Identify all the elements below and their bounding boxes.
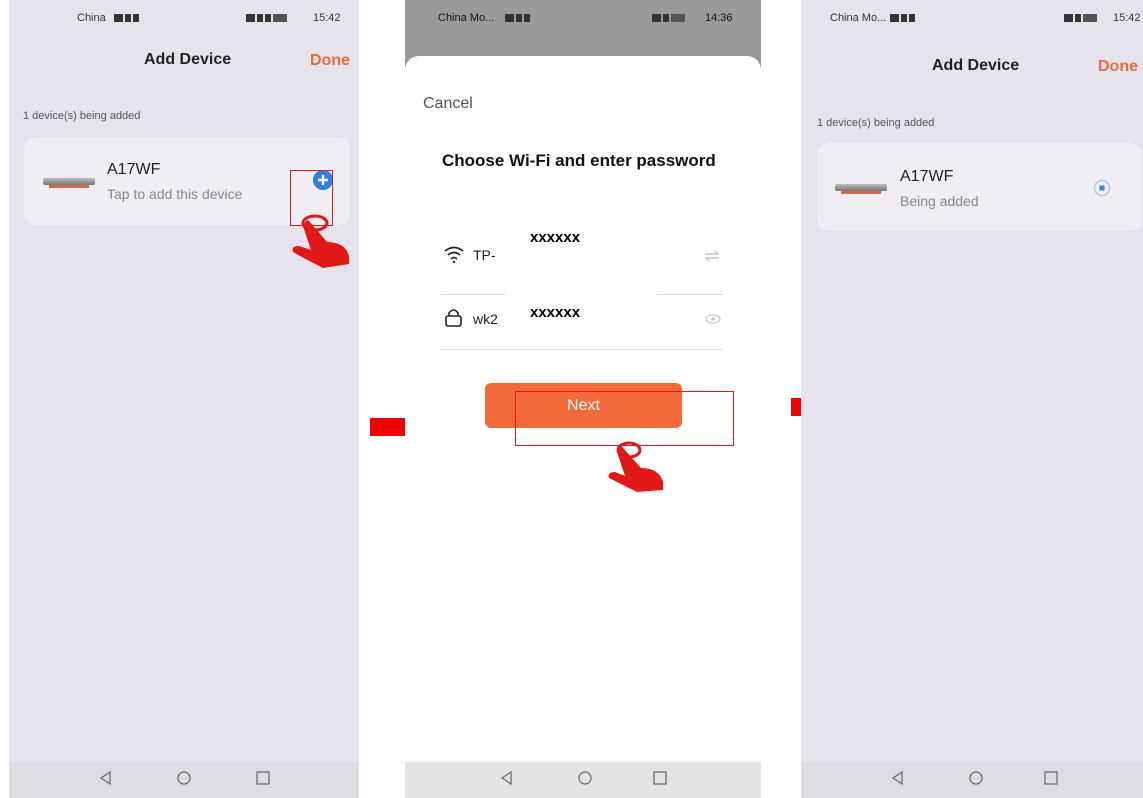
done-button[interactable]: Done <box>1098 58 1138 76</box>
password-prefix: wk2 <box>473 311 498 327</box>
status-icons-right <box>651 12 686 24</box>
lock-icon <box>445 309 462 327</box>
carrier-label: China <box>77 12 106 24</box>
device-image <box>835 184 887 194</box>
status-bar: China Mo... 15:42 <box>801 0 1143 36</box>
sheet-heading: Choose Wi-Fi and enter password <box>442 151 716 170</box>
loading-spinner-icon <box>1093 179 1111 197</box>
device-image <box>43 178 95 188</box>
device-card: A17WF Being added <box>817 143 1142 231</box>
switch-network-icon[interactable] <box>704 250 720 262</box>
back-icon[interactable] <box>497 768 517 788</box>
status-bar: China Mo... 14:36 <box>405 0 761 36</box>
screen-wifi-setup: China Mo... 14:36 Cancel Choose Wi-Fi an… <box>405 0 761 798</box>
page-title: Add Device <box>144 51 232 68</box>
wifi-ssid-mask: xxxxxx <box>530 229 581 246</box>
screen-device-being-added: China Mo... 15:42 Add Device Done 1 devi… <box>801 0 1143 798</box>
device-status-text: Being added <box>900 193 979 209</box>
highlight-box <box>515 391 734 446</box>
device-name: A17WF <box>900 168 954 185</box>
device-name: A17WF <box>107 161 161 178</box>
password-mask: xxxxxx <box>530 304 581 321</box>
status-icons-right <box>1063 12 1098 24</box>
cancel-button[interactable]: Cancel <box>423 95 473 113</box>
home-icon[interactable] <box>966 768 986 788</box>
recents-icon[interactable] <box>1041 768 1061 788</box>
signal-icons <box>504 12 531 24</box>
screen-add-device: China 15:42 Add Device Done 1 device(s) … <box>9 0 359 798</box>
recents-icon[interactable] <box>253 768 273 788</box>
home-icon[interactable] <box>575 768 595 788</box>
devices-being-added-label: 1 device(s) being added <box>23 110 141 122</box>
recents-icon[interactable] <box>650 768 670 788</box>
clock: 15:42 <box>313 12 341 24</box>
devices-being-added-label: 1 device(s) being added <box>817 117 935 129</box>
back-icon[interactable] <box>888 768 908 788</box>
nav-bar <box>405 762 761 798</box>
status-icons-right <box>245 12 288 24</box>
status-bar: China 15:42 <box>9 0 359 36</box>
signal-icons <box>889 12 916 24</box>
tap-hand-icon <box>292 214 349 268</box>
carrier-label: China Mo... <box>830 12 887 24</box>
device-action-text: Tap to add this device <box>107 186 243 202</box>
wifi-field[interactable]: TP- xxxxxx <box>441 229 723 296</box>
signal-icons <box>113 12 140 24</box>
page-title: Add Device <box>932 57 1020 74</box>
clock: 14:36 <box>705 12 733 24</box>
back-icon[interactable] <box>96 768 116 788</box>
password-field[interactable]: wk2 xxxxxx <box>441 299 722 351</box>
wifi-icon <box>444 246 464 263</box>
show-password-icon[interactable] <box>705 313 721 325</box>
nav-bar <box>9 762 359 798</box>
carrier-label: China Mo... <box>438 12 495 24</box>
clock: 15:42 <box>1113 12 1141 24</box>
home-icon[interactable] <box>174 768 194 788</box>
nav-bar <box>801 762 1143 798</box>
tap-hand-icon <box>608 441 663 492</box>
wifi-ssid-prefix: TP- <box>473 247 496 263</box>
done-button[interactable]: Done <box>310 52 350 70</box>
